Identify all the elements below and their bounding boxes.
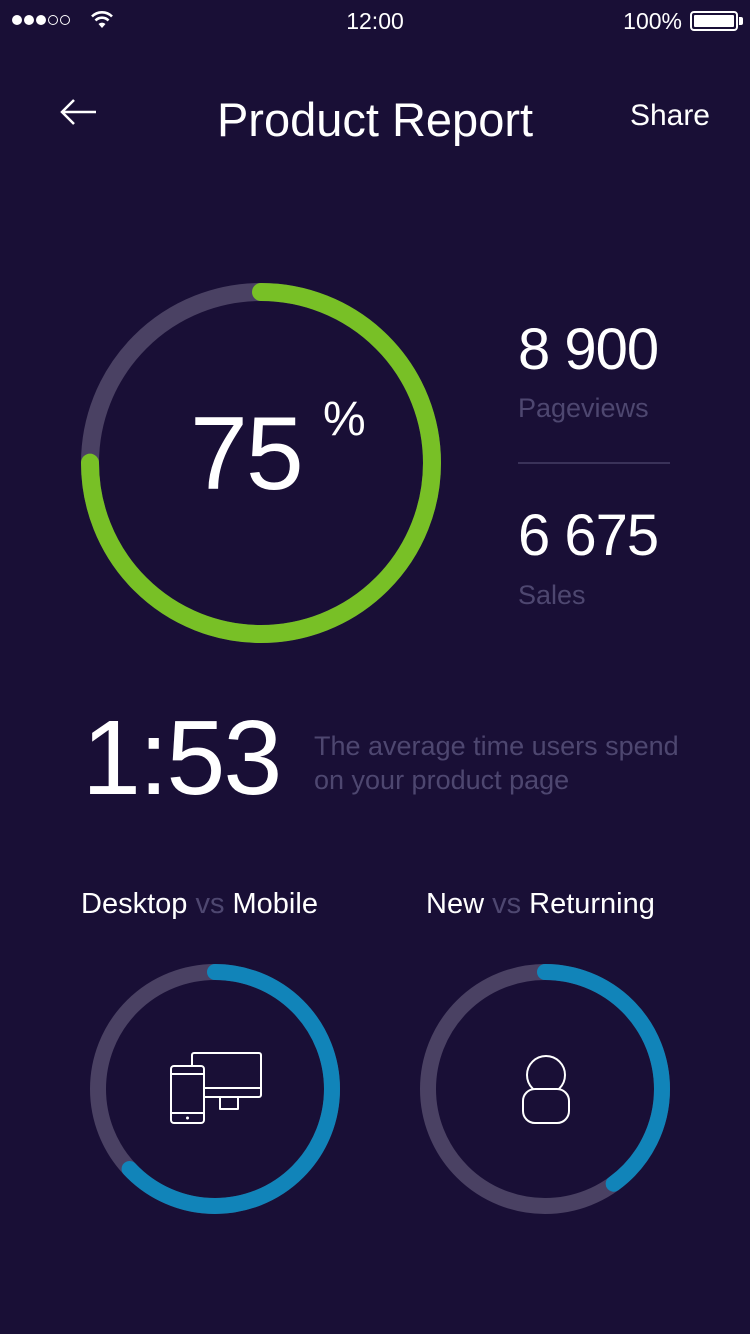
conversion-percent: 75 (190, 396, 304, 512)
new-vs-returning-title: New vs Returning (426, 888, 655, 921)
compare-right-label: Mobile (232, 888, 318, 920)
pageviews-value: 8 900 (518, 317, 659, 382)
average-time-value: 1:53 (82, 699, 282, 817)
desktop-vs-mobile-ring (90, 964, 340, 1214)
sales-value: 6 675 (518, 503, 659, 568)
devices-icon (170, 1052, 262, 1124)
new-vs-returning-ring (420, 964, 670, 1214)
sales-label: Sales (518, 580, 586, 610)
pageviews-label: Pageviews (518, 393, 649, 423)
battery-tip (739, 17, 743, 25)
battery-percent: 100% (623, 8, 682, 34)
stats-divider (518, 462, 670, 464)
status-bar: 12:00 100% (0, 0, 750, 44)
share-button[interactable]: Share (630, 99, 710, 133)
compare-right-label: Returning (529, 888, 655, 920)
average-time-description-line1: The average time users spend (314, 731, 679, 761)
user-icon (522, 1055, 570, 1124)
compare-left-label: New (426, 888, 485, 920)
battery-icon (690, 11, 738, 31)
vs-label: vs (195, 888, 225, 920)
average-time-description: The average time users spend on your pro… (314, 729, 714, 797)
compare-left-label: Desktop (81, 888, 188, 920)
desktop-vs-mobile-title: Desktop vs Mobile (81, 888, 318, 921)
percent-sign: % (323, 393, 366, 446)
average-time-description-line2: on your product page (314, 765, 570, 795)
vs-label: vs (492, 888, 522, 920)
